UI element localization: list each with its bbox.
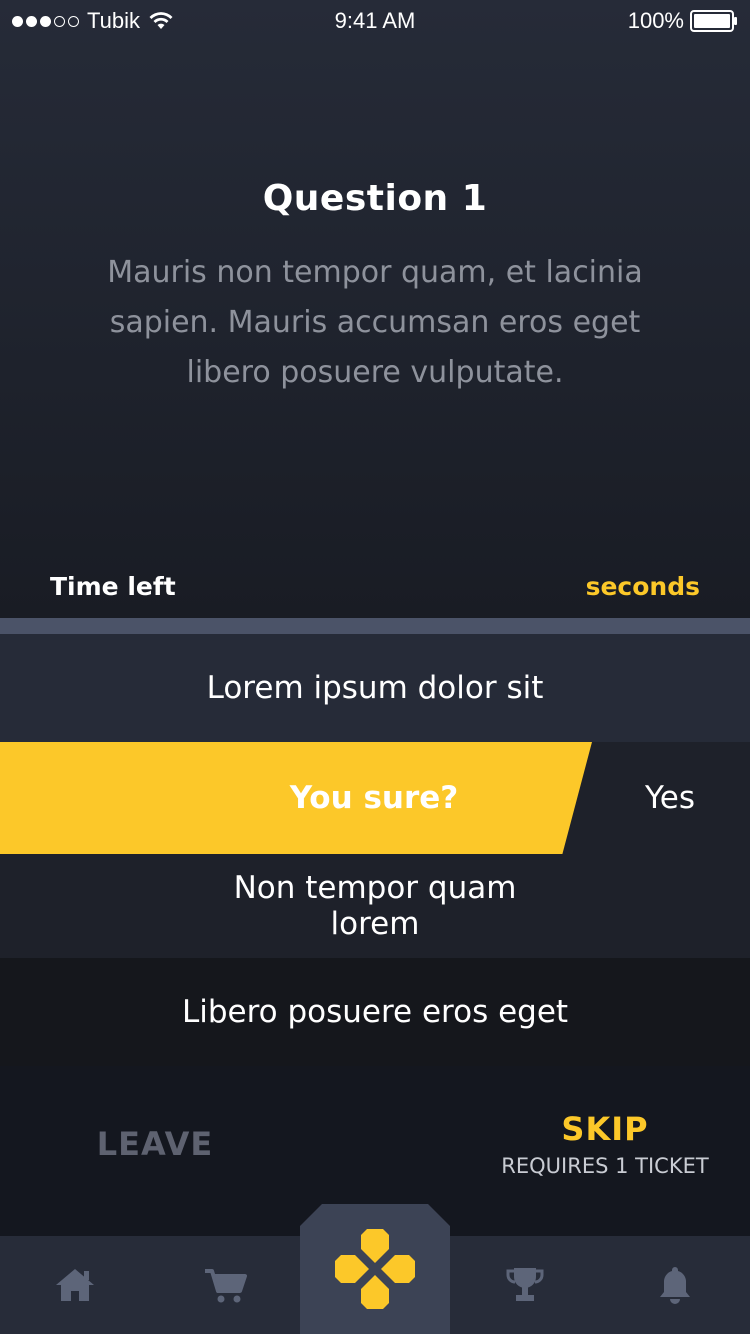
question-title: Question 1 — [262, 178, 488, 219]
tab-play[interactable] — [300, 1204, 450, 1334]
answer-option-1[interactable]: Lorem ipsum dolor sit — [0, 634, 750, 742]
skip-requirement: REQUIRES 1 TICKET — [501, 1154, 709, 1178]
tab-home[interactable] — [0, 1236, 150, 1334]
app-logo-icon — [335, 1229, 415, 1309]
answer-option-4[interactable]: Libero posuere eros eget — [0, 958, 750, 1066]
battery-icon — [690, 10, 737, 32]
skip-label: SKIP — [561, 1110, 649, 1148]
answer-option-label: Non tempor quam lorem — [233, 870, 517, 942]
bell-icon — [660, 1267, 690, 1304]
answer-option-3[interactable]: Non tempor quam lorem — [0, 854, 750, 958]
seconds-label: seconds — [585, 572, 700, 601]
answer-option-label: Libero posuere eros eget — [181, 994, 569, 1030]
home-icon — [56, 1269, 94, 1301]
cart-icon — [205, 1269, 247, 1303]
answer-option-2-confirm: You sure? Yes — [0, 742, 750, 854]
timer-progress-bar — [0, 618, 750, 634]
confirm-yes-button[interactable]: Yes — [590, 742, 750, 854]
question-text: Mauris non tempor quam, et lacinia sapie… — [107, 255, 643, 390]
skip-button[interactable]: SKIP REQUIRES 1 TICKET — [490, 1110, 720, 1178]
tab-shop[interactable] — [150, 1236, 300, 1334]
leave-button[interactable]: LEAVE — [60, 1125, 250, 1163]
tab-leaderboard[interactable] — [450, 1236, 600, 1334]
battery-percent: 100% — [627, 8, 684, 33]
time-left-label: Time left — [50, 572, 176, 601]
tab-notifications[interactable] — [600, 1236, 750, 1334]
status-bar: Tubik 9:41 AM 100% — [0, 0, 750, 40]
answer-option-label: Lorem ipsum dolor sit — [206, 670, 544, 706]
trophy-icon — [506, 1268, 544, 1301]
